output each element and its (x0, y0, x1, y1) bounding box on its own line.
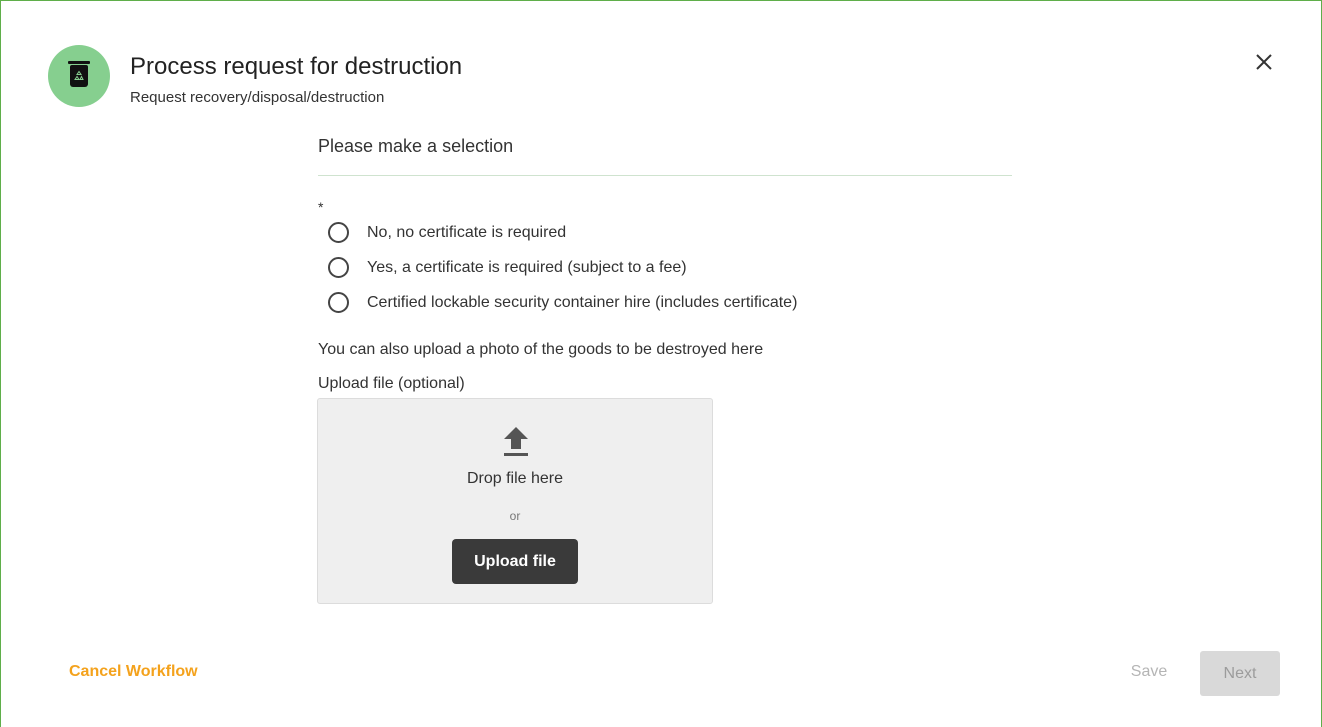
radio-option-no-certificate[interactable]: No, no certificate is required (328, 222, 566, 243)
radio-label: Yes, a certificate is required (subject … (367, 258, 687, 276)
drop-file-text: Drop file here (466, 470, 564, 487)
dialog-frame (0, 0, 1322, 727)
upload-file-button[interactable]: Upload file (452, 539, 578, 584)
save-button[interactable]: Save (1119, 652, 1179, 692)
radio-option-certificate-required[interactable]: Yes, a certificate is required (subject … (328, 257, 687, 278)
radio-button[interactable] (328, 222, 349, 243)
cancel-workflow-link[interactable]: Cancel Workflow (69, 663, 198, 681)
upload-icon (504, 427, 528, 456)
required-marker: * (318, 199, 324, 215)
file-dropzone[interactable]: Drop file here or Upload file (317, 398, 713, 604)
page-subtitle: Request recovery/disposal/destruction (130, 89, 385, 106)
close-button[interactable] (1251, 49, 1277, 75)
radio-option-container-hire[interactable]: Certified lockable security container hi… (328, 292, 797, 313)
next-button[interactable]: Next (1200, 651, 1280, 696)
section-divider (318, 175, 1012, 176)
close-icon (1256, 54, 1272, 70)
radio-label: No, no certificate is required (367, 223, 567, 241)
or-separator: or (509, 509, 521, 523)
page-title: Process request for destruction (130, 53, 463, 80)
radio-button[interactable] (328, 257, 349, 278)
radio-label: Certified lockable security container hi… (367, 293, 798, 311)
upload-field-label: Upload file (optional) (318, 375, 465, 392)
section-heading: Please make a selection (318, 136, 514, 156)
upload-info-text: You can also upload a photo of the goods… (318, 341, 764, 358)
radio-button[interactable] (328, 292, 349, 313)
recycle-bin-icon (48, 45, 110, 107)
